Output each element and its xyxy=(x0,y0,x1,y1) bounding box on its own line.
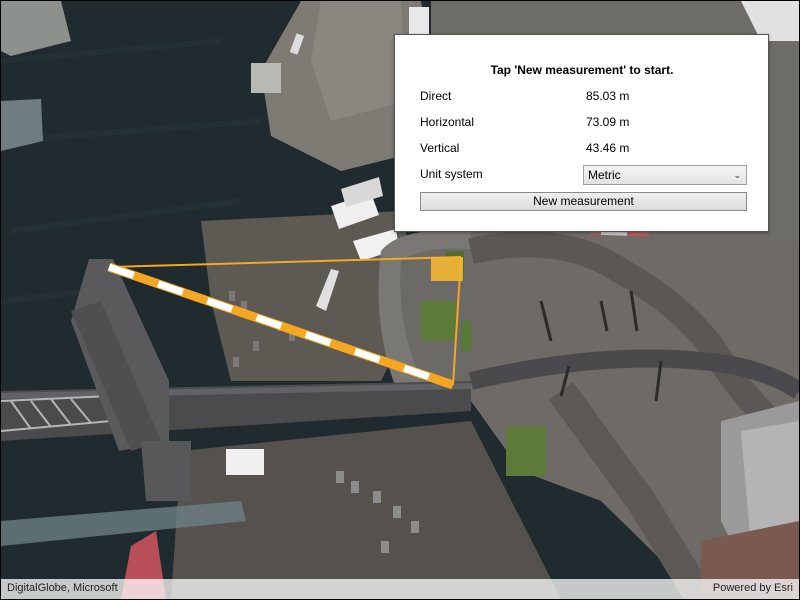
measurement-panel: Tap 'New measurement' to start. Direct 8… xyxy=(394,34,769,232)
instructions-text: Tap 'New measurement' to start. xyxy=(490,63,674,77)
vertical-value: 43.46 m xyxy=(586,141,630,155)
direct-value: 85.03 m xyxy=(586,89,630,103)
attribution-sources: DigitalGlobe, Microsoft xyxy=(7,582,118,594)
horizontal-value: 73.09 m xyxy=(586,115,630,129)
new-measurement-button[interactable]: New measurement xyxy=(420,192,747,211)
unit-system-label: Unit system xyxy=(420,167,483,181)
horizontal-label: Horizontal xyxy=(420,115,475,129)
powered-by[interactable]: Powered by Esri xyxy=(713,582,793,594)
map-view[interactable]: Tap 'New measurement' to start. Direct 8… xyxy=(0,0,800,600)
unit-system-select[interactable]: Metric ⌄ xyxy=(583,165,747,185)
direct-label: Direct xyxy=(420,89,452,103)
unit-system-value: Metric xyxy=(588,168,621,182)
chevron-down-icon: ⌄ xyxy=(733,170,741,180)
vertical-label: Vertical xyxy=(420,141,460,155)
measure-marker xyxy=(431,257,463,281)
attribution-bar: DigitalGlobe, Microsoft Powered by Esri xyxy=(1,579,799,599)
